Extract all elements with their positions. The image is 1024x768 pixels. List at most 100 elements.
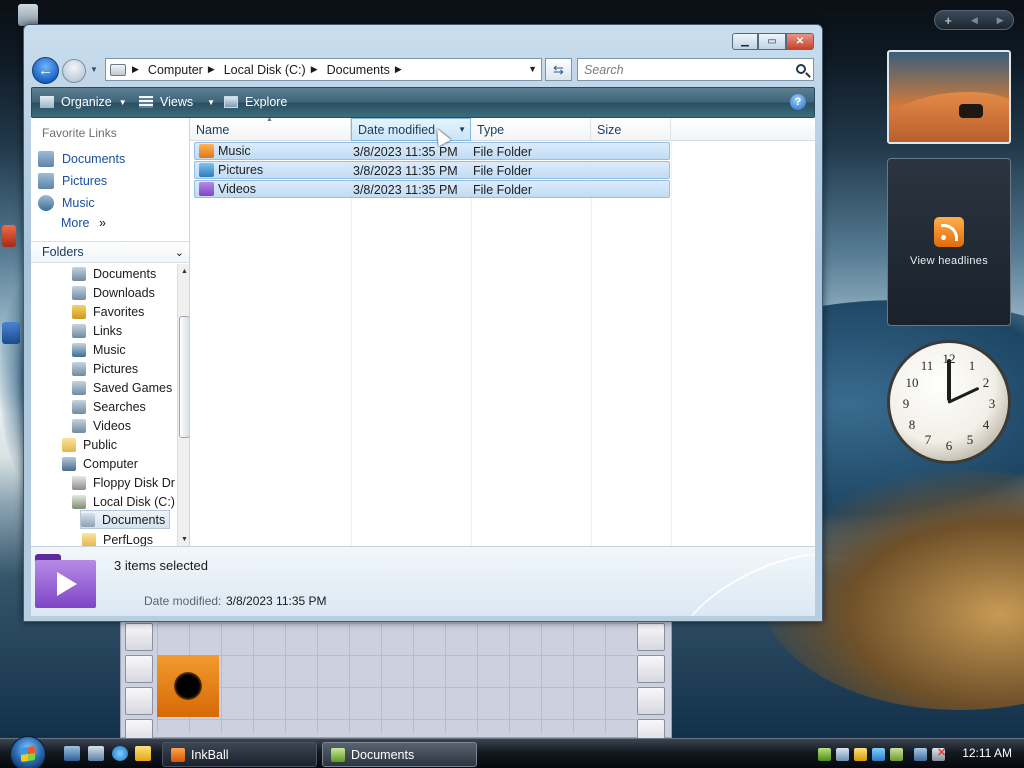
search-icon[interactable] bbox=[796, 64, 806, 74]
breadcrumb-computer[interactable]: Computer bbox=[148, 63, 203, 77]
tree-item-pictures[interactable]: Pictures bbox=[72, 359, 138, 378]
breadcrumb-arrow-icon[interactable]: ▶ bbox=[395, 64, 402, 75]
explorer-window[interactable]: ▁ ▭ ✕ ← ▼ ▶ Computer ▶ Local Disk (C:) ▶… bbox=[23, 24, 823, 622]
inkball-wall-tile bbox=[637, 687, 665, 715]
tree-item-documents[interactable]: Documents bbox=[72, 264, 156, 283]
column-divider bbox=[591, 141, 592, 546]
file-row-videos[interactable]: Videos 3/8/2023 11:35 PM File Folder bbox=[194, 180, 670, 198]
feed-headlines-gadget[interactable]: View headlines bbox=[887, 158, 1011, 326]
internet-explorer-icon[interactable] bbox=[112, 746, 128, 761]
file-date: 3/8/2023 11:35 PM bbox=[353, 164, 458, 178]
file-name-cell: Videos bbox=[199, 182, 256, 196]
sidebar-controls[interactable]: + ◀ ▶ bbox=[934, 10, 1014, 30]
scroll-up-icon[interactable]: ▲ bbox=[178, 264, 189, 278]
tree-item-saved-games[interactable]: Saved Games bbox=[72, 378, 172, 397]
next-icon[interactable]: ▶ bbox=[997, 15, 1004, 26]
tree-item-public[interactable]: Public bbox=[62, 435, 117, 454]
search-input[interactable]: Search bbox=[577, 58, 814, 81]
clock-number: 1 bbox=[968, 358, 976, 373]
tree-item-searches[interactable]: Searches bbox=[72, 397, 146, 416]
taskbar-button-inkball[interactable]: InkBall bbox=[162, 742, 317, 767]
slideshow-gadget[interactable] bbox=[887, 50, 1011, 144]
views-label: Views bbox=[160, 95, 194, 109]
breadcrumb-arrow-icon[interactable]: ▶ bbox=[132, 64, 139, 75]
refresh-button[interactable]: ⇆ bbox=[545, 58, 572, 81]
organize-button[interactable]: Organize ▼ bbox=[40, 95, 127, 109]
clock-gadget[interactable]: 12 1 2 3 4 5 6 7 8 9 10 11 bbox=[887, 340, 1011, 464]
organize-label: Organize bbox=[61, 95, 112, 109]
recycle-bin-icon[interactable] bbox=[2, 4, 38, 26]
tree-item-favorites[interactable]: Favorites bbox=[72, 302, 144, 321]
folders-header[interactable]: Folders ⌄ bbox=[31, 241, 189, 263]
explore-icon bbox=[224, 96, 238, 108]
tree-item-computer[interactable]: Computer bbox=[62, 454, 138, 473]
column-header-size[interactable]: Size bbox=[591, 118, 671, 141]
tray-defender-icon[interactable] bbox=[872, 747, 885, 761]
favorite-link-documents[interactable]: Documents bbox=[38, 149, 125, 169]
help-icon[interactable]: ? bbox=[790, 94, 806, 110]
search-placeholder: Search bbox=[584, 63, 624, 77]
volume-muted-icon[interactable]: ✕ bbox=[932, 747, 946, 761]
switch-windows-icon[interactable] bbox=[88, 746, 104, 761]
minimize-button[interactable]: ▁ bbox=[732, 33, 758, 50]
breadcrumb-arrow-icon[interactable]: ▶ bbox=[208, 64, 215, 75]
clock-number: 8 bbox=[908, 417, 916, 432]
tree-item-floppy-drive[interactable]: Floppy Disk Dr bbox=[72, 473, 175, 492]
back-button[interactable]: ← bbox=[32, 57, 59, 84]
taskbar-clock[interactable]: 12:11 AM bbox=[962, 746, 1012, 760]
breadcrumb-local-disk[interactable]: Local Disk (C:) bbox=[224, 63, 306, 77]
network-icon[interactable] bbox=[914, 747, 927, 761]
explore-button[interactable]: Explore bbox=[224, 95, 287, 109]
start-button[interactable] bbox=[10, 736, 46, 768]
views-button[interactable]: Views ▼ bbox=[139, 95, 215, 109]
column-header-type[interactable]: Type bbox=[471, 118, 591, 141]
file-date: 3/8/2023 11:35 PM bbox=[353, 145, 458, 159]
file-row-pictures[interactable]: Pictures 3/8/2023 11:35 PM File Folder bbox=[194, 161, 670, 179]
scrollbar-thumb[interactable] bbox=[179, 316, 189, 438]
inkball-wall-tile bbox=[125, 655, 153, 683]
tree-item-downloads[interactable]: Downloads bbox=[72, 283, 155, 302]
forward-button[interactable] bbox=[62, 59, 86, 83]
chevron-down-icon[interactable]: ▼ bbox=[458, 125, 466, 134]
tray-update-icon[interactable] bbox=[818, 747, 831, 761]
maximize-button[interactable]: ▭ bbox=[758, 33, 786, 50]
file-row-music[interactable]: Music 3/8/2023 11:35 PM File Folder bbox=[194, 142, 670, 160]
tree-item-music[interactable]: Music bbox=[72, 340, 126, 359]
favorites-icon bbox=[72, 304, 86, 319]
tree-item-videos[interactable]: Videos bbox=[72, 416, 131, 435]
scroll-down-icon[interactable]: ▼ bbox=[178, 532, 189, 546]
security-shield-icon[interactable] bbox=[854, 747, 867, 761]
breadcrumb-arrow-icon[interactable]: ▶ bbox=[311, 64, 318, 75]
tree-item-links[interactable]: Links bbox=[72, 321, 122, 340]
column-header-name[interactable]: Name ▲ bbox=[190, 118, 351, 141]
taskbar-button-documents[interactable]: Documents bbox=[322, 742, 477, 767]
favorite-link-music[interactable]: Music bbox=[38, 193, 95, 213]
media-player-icon[interactable] bbox=[135, 746, 151, 761]
explore-label: Explore bbox=[245, 95, 288, 109]
folder-tree-scrollbar[interactable]: ▲ ▼ bbox=[177, 264, 189, 546]
inkball-game-board[interactable] bbox=[120, 618, 672, 747]
more-links-button[interactable]: More » bbox=[61, 216, 106, 230]
tray-network-icon[interactable] bbox=[890, 747, 903, 761]
address-bar[interactable]: ▶ Computer ▶ Local Disk (C:) ▶ Documents… bbox=[105, 58, 542, 81]
column-header-date-modified[interactable]: Date modified ▼ bbox=[351, 118, 471, 141]
show-desktop-icon[interactable] bbox=[64, 746, 80, 761]
previous-icon[interactable]: ◀ bbox=[971, 15, 978, 26]
file-list[interactable]: Name ▲ Date modified ▼ Type Size Music 3… bbox=[190, 118, 815, 546]
tree-item-documents-selected[interactable]: Documents bbox=[80, 510, 171, 529]
tree-item-label: Documents bbox=[93, 266, 157, 281]
recent-pages-dropdown[interactable]: ▼ bbox=[90, 65, 100, 75]
details-decoration bbox=[661, 547, 815, 616]
documents-icon bbox=[38, 151, 54, 167]
breadcrumb-documents[interactable]: Documents bbox=[327, 63, 390, 77]
address-dropdown-icon[interactable]: ▼ bbox=[528, 64, 537, 74]
add-gadget-icon[interactable]: + bbox=[944, 13, 952, 28]
tree-item-perflogs[interactable]: PerfLogs bbox=[82, 530, 153, 546]
tree-item-local-disk[interactable]: Local Disk (C:) bbox=[72, 492, 175, 511]
view-headlines-label[interactable]: View headlines bbox=[910, 255, 988, 267]
tree-item-label: Floppy Disk Dr bbox=[93, 475, 175, 490]
close-button[interactable]: ✕ bbox=[786, 33, 814, 50]
favorite-link-pictures[interactable]: Pictures bbox=[38, 171, 107, 191]
tray-sidebar-icon[interactable] bbox=[836, 747, 849, 761]
clock-number: 6 bbox=[945, 438, 953, 453]
